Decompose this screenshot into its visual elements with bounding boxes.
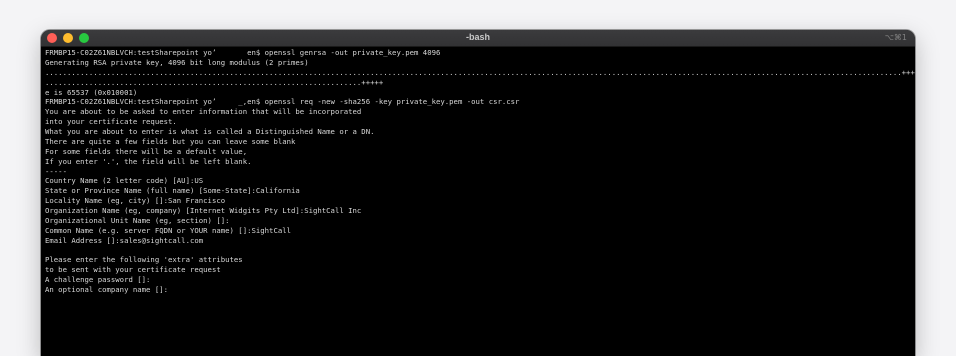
terminal-line: Country Name (2 letter code) [AU]:US — [45, 176, 204, 186]
terminal-line: What you are about to enter is what is c… — [45, 127, 375, 136]
terminal-line: ........................................… — [45, 67, 915, 77]
terminal-line: e is 65537 (0x010001) — [45, 87, 138, 97]
terminal-line: to be sent with your certificate request — [45, 265, 221, 275]
terminal-line: Organizational Unit Name (eg, section) [… — [45, 215, 230, 225]
terminal-line: If you enter '.', the field will be left… — [45, 156, 252, 166]
terminal-line: A challenge password []: — [45, 275, 151, 285]
terminal-output[interactable]: FRMBP15-C02Z61NBLVCH:testSharepoint yo’ … — [41, 47, 915, 296]
terminal-line: ........................................… — [45, 77, 384, 87]
terminal-window: -bash ⌥⌘1 FRMBP15-C02Z61NBLVCH:testShare… — [41, 30, 915, 356]
terminal-line: FRMBP15-C02Z61NBLVCH:testSharepoint yo’ … — [45, 97, 520, 107]
terminal-line: Common Name (e.g. server FQDN or YOUR na… — [45, 225, 292, 235]
title-bar[interactable]: -bash ⌥⌘1 — [41, 30, 915, 47]
terminal-line: An optional company name []: — [45, 285, 169, 294]
terminal-line: ----- — [45, 166, 67, 176]
terminal-line: Generating RSA private key, 4096 bit lon… — [45, 57, 309, 67]
window-shortcut-label: ⌥⌘1 — [884, 33, 907, 42]
terminal-line: State or Province Name (full name) [Some… — [45, 186, 300, 196]
terminal-line: into your certificate request. — [45, 117, 177, 127]
window-title: -bash — [465, 32, 490, 42]
terminal-line: There are quite a few fields but you can… — [45, 136, 296, 146]
terminal-line: For some fields there will be a default … — [45, 146, 248, 156]
terminal-line: Locality Name (eg, city) []:San Francisc… — [45, 196, 226, 206]
terminal-line: Email Address []:sales@sightcall.com — [45, 235, 204, 245]
terminal-line: You are about to be asked to enter infor… — [45, 107, 362, 117]
terminal-line: FRMBP15-C02Z61NBLVCH:testSharepoint yo’ … — [45, 48, 441, 57]
terminal-line: Please enter the following 'extra' attri… — [45, 255, 243, 265]
terminal-line: Organization Name (eg, company) [Interne… — [45, 206, 362, 215]
